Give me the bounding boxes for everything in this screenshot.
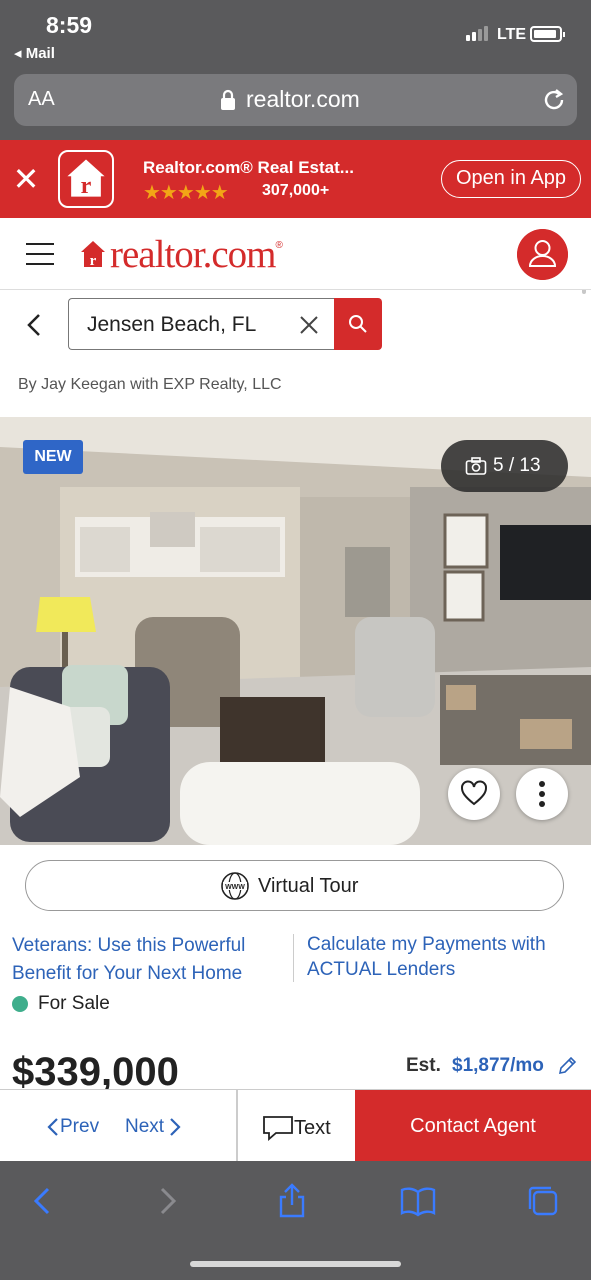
listing-action-bar: Prev Next Text Contact Agent <box>0 1089 591 1162</box>
action-bar-divider <box>236 1090 238 1162</box>
network-label: LTE <box>497 26 527 43</box>
back-chevron-icon[interactable] <box>24 312 44 338</box>
rating-stars: ★★★★★ <box>143 182 229 204</box>
svg-text:WWW: WWW <box>225 884 245 891</box>
back-to-mail-link[interactable]: ◂ Mail <box>14 44 55 62</box>
realtor-logo[interactable]: r realtor.com ® <box>80 232 283 276</box>
banner-title: Realtor.com® Real Estat... <box>143 158 354 177</box>
app-install-banner: ✕ r Realtor.com® Real Estat... ★★★★★ 307… <box>0 140 591 218</box>
forward-icon[interactable] <box>150 1183 186 1219</box>
virtual-tour-label: Virtual Tour <box>258 875 359 897</box>
status-time: 8:59 <box>46 12 93 38</box>
account-icon[interactable] <box>517 229 568 280</box>
chevron-right-icon <box>170 1118 181 1136</box>
safari-toolbar <box>0 1161 591 1280</box>
listing-agent-byline: By Jay Keegan with EXP Realty, LLC <box>18 376 282 393</box>
chat-bubble-icon <box>263 1116 293 1141</box>
open-in-app-button[interactable]: Open in App <box>441 160 581 198</box>
photo-counter-text: 5 / 13 <box>493 455 541 476</box>
contact-agent-button[interactable]: Contact Agent <box>355 1090 591 1162</box>
rating-count: 307,000+ <box>262 182 330 199</box>
tabs-icon[interactable] <box>525 1183 561 1219</box>
bookmarks-icon[interactable] <box>400 1183 436 1219</box>
chevron-left-icon <box>47 1118 58 1136</box>
estimate-label: Est. <box>406 1055 441 1076</box>
search-button[interactable] <box>334 298 382 350</box>
share-icon[interactable] <box>274 1183 310 1219</box>
house-logo-icon: r <box>81 241 105 269</box>
back-icon[interactable] <box>24 1183 60 1219</box>
prev-listing-button[interactable]: Prev <box>46 1116 99 1138</box>
listing-status: For Sale <box>12 993 110 1015</box>
site-header: r realtor.com ® <box>0 218 591 290</box>
signal-icon <box>466 26 488 41</box>
lock-icon <box>221 89 235 110</box>
menu-icon[interactable] <box>26 243 54 265</box>
next-listing-button[interactable]: Next <box>125 1116 182 1138</box>
virtual-tour-button[interactable]: WWW Virtual Tour <box>25 860 564 911</box>
ios-top-chrome: 8:59 ◂ Mail LTE AA realtor.com <box>0 0 591 140</box>
camera-icon <box>465 457 487 475</box>
realtor-app-icon: r <box>58 150 114 208</box>
more-options-button[interactable] <box>516 768 568 820</box>
photo-counter[interactable]: 5 / 13 <box>441 440 568 492</box>
text-label: Text <box>294 1116 331 1139</box>
status-dot <box>12 996 28 1012</box>
prev-label: Prev <box>60 1116 100 1137</box>
logo-registered-mark: ® <box>275 240 283 251</box>
address-bar[interactable]: AA realtor.com <box>14 74 577 126</box>
battery-icon <box>530 26 565 42</box>
veterans-benefit-link[interactable]: Veterans: Use this Powerful Benefit for … <box>12 932 287 988</box>
reload-icon[interactable] <box>540 86 568 114</box>
pencil-edit-icon[interactable] <box>556 1055 578 1077</box>
next-label: Next <box>125 1116 165 1137</box>
search-icon <box>349 315 367 333</box>
promo-divider <box>293 934 294 982</box>
search-input[interactable]: Jensen Beach, FL <box>68 298 335 350</box>
calculate-payments-link[interactable]: Calculate my Payments with ACTUAL Lender… <box>307 932 579 982</box>
logo-text: realtor.com <box>110 232 277 276</box>
home-indicator[interactable] <box>190 1261 401 1267</box>
close-banner-button[interactable]: ✕ <box>12 162 40 196</box>
more-vertical-icon <box>539 781 545 807</box>
new-listing-badge: NEW <box>23 440 83 474</box>
svg-text:r: r <box>90 253 97 269</box>
estimated-payment-link[interactable]: $1,877/mo <box>452 1055 544 1077</box>
clear-search-icon[interactable] <box>299 315 319 335</box>
search-value: Jensen Beach, FL <box>87 313 257 336</box>
svg-text:r: r <box>81 172 92 199</box>
text-size-button[interactable]: AA <box>28 88 55 111</box>
globe-www-icon: WWW <box>221 872 249 900</box>
url-text: realtor.com <box>246 86 360 112</box>
favorite-button[interactable] <box>448 768 500 820</box>
heart-icon <box>461 780 487 806</box>
status-text: For Sale <box>38 993 110 1014</box>
text-agent-button[interactable]: Text <box>262 1114 331 1142</box>
